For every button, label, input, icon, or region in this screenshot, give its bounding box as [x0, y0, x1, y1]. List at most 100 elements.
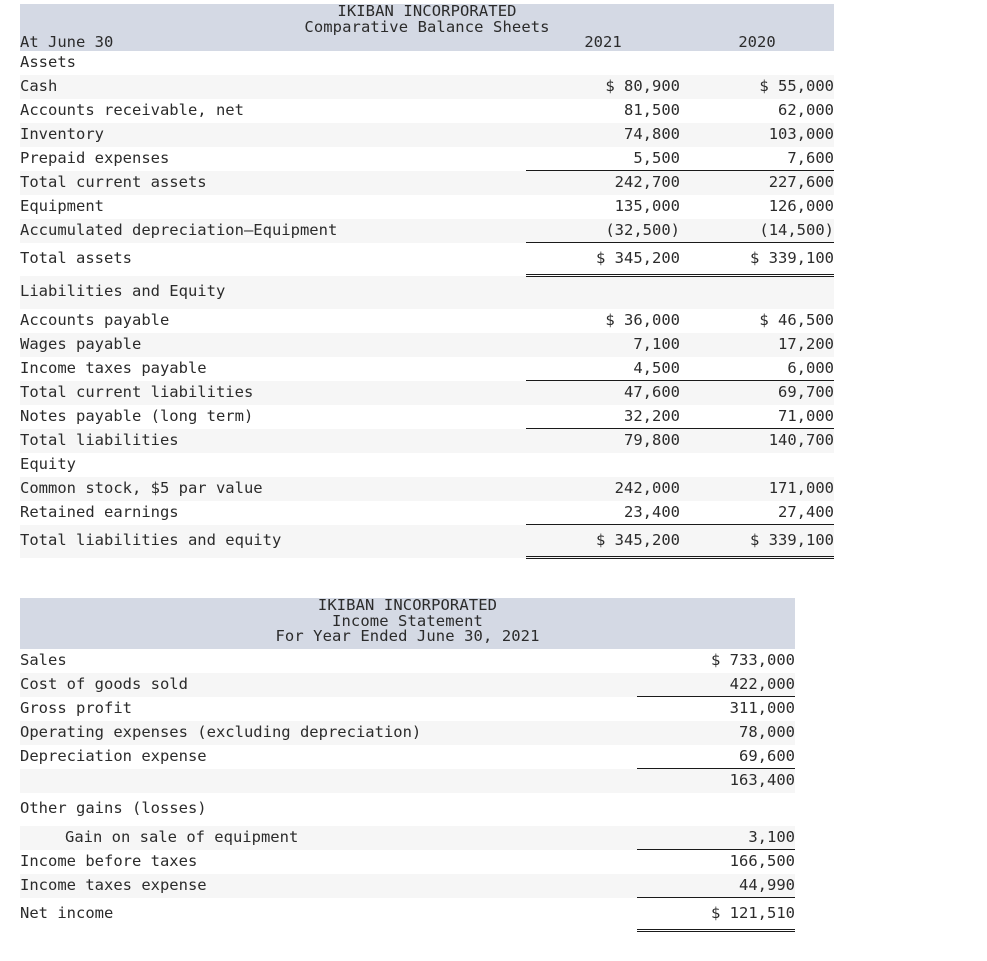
table-row: Accounts payable $ 36,000 $ 46,500	[20, 308, 835, 333]
bs-row-value-2021: 47,600	[526, 380, 680, 405]
is-row-amount: $ 121,510	[637, 897, 795, 932]
income-statement-table: IKIBAN INCORPORATED Income Statement For…	[20, 597, 795, 932]
bs-row-label: Total assets	[20, 242, 526, 276]
is-row-label	[20, 768, 637, 793]
bs-row-value-2020: 62,000	[680, 98, 835, 123]
table-row: Retained earnings 23,400 27,400	[20, 500, 835, 525]
bs-row-label: Prepaid expenses	[20, 146, 526, 171]
bs-row-value-2021: 23,400	[526, 500, 680, 525]
bs-column-header-2020: 2020	[680, 34, 835, 51]
bs-row-value-2021: 5,500	[526, 146, 680, 171]
bs-row-label: Liabilities and Equity	[20, 275, 526, 309]
is-row-amount: 166,500	[637, 849, 795, 874]
bs-row-value-2021: 4,500	[526, 356, 680, 381]
is-row-label: Gross profit	[20, 696, 637, 721]
bs-row-label: Total current assets	[20, 170, 526, 195]
is-row-label: Income before taxes	[20, 849, 637, 874]
table-row: Income taxes expense 44,990	[20, 873, 795, 898]
bs-row-label: Equipment	[20, 194, 526, 219]
comparative-balance-sheets-table: IKIBAN INCORPORATED Comparative Balance …	[20, 3, 835, 559]
bs-row-label: Income taxes payable	[20, 356, 526, 381]
is-row-amount: 69,600	[637, 744, 795, 769]
is-row-amount	[637, 792, 795, 826]
bs-row-value-2020: 7,600	[680, 146, 835, 171]
is-row-amount: 311,000	[637, 696, 795, 721]
is-row-amount: 78,000	[637, 720, 795, 745]
bs-period-label: At June 30	[20, 34, 526, 51]
bs-statement-title-row: Comparative Balance Sheets	[20, 19, 835, 35]
table-row: Prepaid expenses 5,500 7,600	[20, 146, 835, 171]
bs-row-label: Inventory	[20, 122, 526, 147]
table-row: Total liabilities 79,800 140,700	[20, 428, 835, 453]
is-row-label: Other gains (losses)	[20, 792, 637, 826]
table-row-subtotal: 163,400	[20, 768, 795, 793]
is-row-label: Depreciation expense	[20, 744, 637, 769]
bs-row-value-2020: 103,000	[680, 122, 835, 147]
table-row: Accumulated depreciation—Equipment (32,5…	[20, 218, 835, 243]
is-row-amount: 3,100	[637, 825, 795, 850]
table-row: Wages payable 7,100 17,200	[20, 332, 835, 357]
bs-row-value-2020: $ 55,000	[680, 74, 835, 99]
table-row-total-liabilities-equity: Total liabilities and equity $ 345,200 $…	[20, 524, 835, 559]
table-row: Cash $ 80,900 $ 55,000	[20, 74, 835, 99]
bs-row-value-2021: 7,100	[526, 332, 680, 357]
bs-row-value-2020: 126,000	[680, 194, 835, 219]
bs-row-value-2021	[526, 50, 680, 75]
bs-row-value-2020: 140,700	[680, 428, 835, 453]
bs-row-label: Total current liabilities	[20, 380, 526, 405]
table-row: Total current liabilities 47,600 69,700	[20, 380, 835, 405]
bs-row-value-2020: 27,400	[680, 500, 835, 525]
table-row: Notes payable (long term) 32,200 71,000	[20, 404, 835, 429]
bs-row-value-2021: 81,500	[526, 98, 680, 123]
bs-row-value-2021: $ 345,200	[526, 242, 680, 277]
bs-row-value-2021: 74,800	[526, 122, 680, 147]
bs-row-value-2020: $ 339,100	[680, 524, 835, 559]
is-row-amount: 422,000	[637, 672, 795, 697]
bs-statement-title: Comparative Balance Sheets	[20, 19, 835, 35]
table-row: Other gains (losses)	[20, 792, 795, 826]
bs-row-value-2021: 32,200	[526, 404, 680, 429]
bs-row-value-2020: 17,200	[680, 332, 835, 357]
bs-row-value-2021: 135,000	[526, 194, 680, 219]
is-row-amount: $ 733,000	[637, 648, 795, 673]
bs-row-value-2020: $ 339,100	[680, 242, 835, 277]
table-row: Assets	[20, 50, 835, 75]
is-row-label: Net income	[20, 897, 637, 931]
bs-row-value-2021: $ 36,000	[526, 308, 680, 333]
is-row-label: Cost of goods sold	[20, 672, 637, 697]
bs-row-label: Wages payable	[20, 332, 526, 357]
bs-row-value-2020	[680, 50, 835, 75]
bs-row-value-2020: 69,700	[680, 380, 835, 405]
bs-row-value-2021: $ 80,900	[526, 74, 680, 99]
table-row: Liabilities and Equity	[20, 275, 835, 309]
table-row: Cost of goods sold 422,000	[20, 672, 795, 697]
bs-row-label: Equity	[20, 452, 526, 477]
bs-row-value-2020: 227,600	[680, 170, 835, 195]
bs-row-label: Retained earnings	[20, 500, 526, 525]
bs-row-label: Accounts payable	[20, 308, 526, 333]
is-row-label: Gain on sale of equipment	[20, 825, 637, 850]
table-row: Accounts receivable, net 81,500 62,000	[20, 98, 835, 123]
bs-row-value-2021: 242,700	[526, 170, 680, 195]
bs-row-value-2021: $ 345,200	[526, 524, 680, 559]
is-row-label: Income taxes expense	[20, 873, 637, 898]
table-row-total-assets: Total assets $ 345,200 $ 339,100	[20, 242, 835, 277]
bs-row-value-2021: 242,000	[526, 476, 680, 501]
is-row-amount: 44,990	[637, 873, 795, 898]
bs-column-header-2021: 2021	[526, 34, 680, 51]
bs-row-value-2020	[680, 452, 835, 477]
table-row: Depreciation expense 69,600	[20, 744, 795, 769]
bs-row-value-2021: 79,800	[526, 428, 680, 453]
bs-row-value-2020: 171,000	[680, 476, 835, 501]
bs-row-value-2021	[526, 275, 680, 309]
bs-row-label: Total liabilities and equity	[20, 524, 526, 558]
table-row: Total current assets 242,700 227,600	[20, 170, 835, 195]
bs-row-value-2020: 6,000	[680, 356, 835, 381]
bs-row-label: Assets	[20, 50, 526, 75]
table-row: Gain on sale of equipment 3,100	[20, 825, 795, 850]
bs-row-value-2020: 71,000	[680, 404, 835, 429]
bs-row-value-2020: $ 46,500	[680, 308, 835, 333]
bs-row-label: Common stock, $5 par value	[20, 476, 526, 501]
table-row: Equipment 135,000 126,000	[20, 194, 835, 219]
table-row: Income before taxes 166,500	[20, 849, 795, 874]
